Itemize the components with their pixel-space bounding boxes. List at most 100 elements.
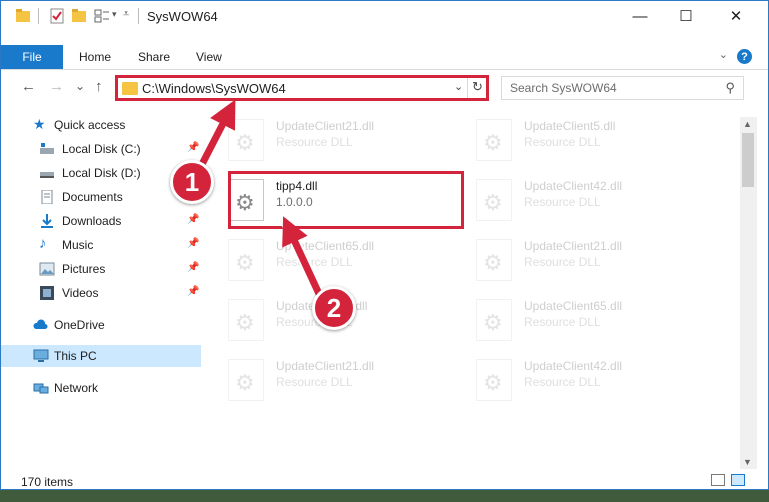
sidebar-item-quick-access[interactable]: ★ Quick access [1, 114, 201, 136]
pictures-icon [39, 262, 55, 276]
tab-home[interactable]: Home [79, 50, 111, 64]
sidebar-item-label: Music [62, 238, 94, 252]
file-item[interactable]: ⚙ UpdateClient42.dll Resource DLL [454, 351, 694, 407]
dll-file-icon: ⚙ [228, 119, 264, 161]
scroll-up-icon[interactable]: ▲ [743, 119, 752, 129]
file-description: Resource DLL [276, 375, 353, 389]
sidebar-item-label: OneDrive [54, 318, 105, 332]
up-icon[interactable]: ↑ [95, 78, 103, 95]
sidebar-item-pictures[interactable]: Pictures 📌 [1, 258, 201, 280]
dll-file-icon: ⚙ [228, 239, 264, 281]
search-input[interactable]: Search SysWOW64 ⚲ [501, 76, 744, 100]
explorer-window: ▾ ⩡ SysWOW64 — ☐ ✕ File Home Share View … [0, 0, 769, 490]
file-item[interactable]: ⚙ UpdateClient65.dll Resource DLL [206, 231, 446, 287]
item-count: 170 items [21, 475, 74, 489]
view-options-icon[interactable] [94, 8, 110, 24]
tab-file[interactable]: File [1, 45, 63, 69]
sidebar-item-onedrive[interactable]: OneDrive [1, 314, 201, 336]
sidebar-item-label: Downloads [62, 214, 122, 228]
pin-icon[interactable]: 📌 [187, 142, 199, 153]
step-2-badge: 2 [312, 286, 356, 330]
drive-icon [40, 143, 54, 154]
sidebar-item-downloads[interactable]: Downloads 📌 [1, 210, 201, 232]
sidebar-item-network[interactable]: Network [1, 377, 201, 399]
dll-file-icon: ⚙ [476, 239, 512, 281]
customize-qa-icon[interactable]: ⩡ [123, 8, 129, 21]
download-icon [41, 214, 53, 228]
title-bar: ▾ ⩡ SysWOW64 — ☐ ✕ [1, 1, 768, 31]
minimize-button[interactable]: — [617, 1, 663, 31]
properties-icon[interactable] [49, 8, 65, 24]
sidebar-item-label: Local Disk (C:) [62, 142, 141, 156]
file-name: UpdateClient5.dll [524, 119, 616, 133]
file-item[interactable]: ⚙ UpdateClient42.dll Resource DLL [454, 171, 694, 227]
refresh-icon[interactable]: ↻ [472, 79, 483, 95]
pin-icon[interactable]: 📌 [187, 214, 199, 225]
file-item[interactable]: ⚙ UpdateClient65.dll Resource DLL [454, 291, 694, 347]
vertical-scrollbar[interactable]: ▲ ▼ [740, 117, 757, 469]
details-view-icon[interactable] [711, 474, 725, 486]
sidebar-item-label: Videos [62, 286, 99, 300]
help-icon[interactable]: ? [737, 49, 752, 64]
close-button[interactable]: ✕ [713, 1, 759, 31]
maximize-button[interactable]: ☐ [663, 1, 709, 31]
dll-file-icon: ⚙ [476, 359, 512, 401]
forward-icon[interactable]: → [49, 78, 64, 95]
dll-file-icon: ⚙ [476, 119, 512, 161]
file-description: Resource DLL [276, 135, 353, 149]
selection-highlight-box [228, 171, 464, 229]
qa-dropdown-icon[interactable]: ▾ [112, 9, 117, 20]
new-folder-icon[interactable] [71, 8, 87, 24]
ribbon-divider [1, 69, 768, 70]
window-title: SysWOW64 [147, 9, 218, 24]
sidebar-item-label: Local Disk (D:) [62, 166, 141, 180]
address-separator [467, 78, 468, 98]
address-bar[interactable]: C:\Windows\SysWOW64 ⌄ ↻ [115, 75, 489, 101]
expand-ribbon-icon[interactable]: ⌄ [719, 48, 728, 61]
step-1-badge: 1 [170, 160, 214, 204]
navigation-pane: ★ Quick access Local Disk (C:) 📌 Local D… [1, 109, 206, 469]
large-icons-view-icon[interactable] [731, 474, 745, 486]
file-item[interactable]: ⚙ UpdateClient21.dll Resource DLL [454, 231, 694, 287]
address-path[interactable]: C:\Windows\SysWOW64 [142, 81, 286, 96]
video-icon [40, 286, 54, 300]
pin-icon[interactable]: 📌 [187, 238, 199, 249]
file-list: ⚙ UpdateClient21.dll Resource DLL ⚙ Upda… [206, 109, 740, 469]
drive-icon [40, 172, 54, 178]
recent-locations-icon[interactable]: ⌄ [75, 79, 85, 93]
sidebar-item-label: Quick access [54, 118, 126, 132]
document-icon [41, 190, 53, 204]
computer-icon [33, 349, 49, 362]
search-icon[interactable]: ⚲ [725, 80, 735, 96]
folder-icon [122, 82, 138, 95]
file-name: UpdateClient42.dll [524, 179, 623, 193]
sidebar-item-this-pc[interactable]: This PC [1, 345, 201, 367]
file-item[interactable]: ⚙ UpdateClient5.dll Resource DLL [454, 111, 694, 167]
tab-view[interactable]: View [196, 50, 222, 64]
back-icon[interactable]: ← [21, 78, 36, 95]
file-description: Resource DLL [524, 255, 601, 269]
sidebar-item-local-disk-c[interactable]: Local Disk (C:) 📌 [1, 138, 201, 160]
scroll-down-icon[interactable]: ▼ [743, 457, 752, 467]
cloud-icon [33, 319, 48, 329]
file-description: Resource DLL [524, 195, 601, 209]
file-item[interactable]: ⚙ UpdateClient21.dll Resource DLL [206, 111, 446, 167]
file-description: Resource DLL [276, 255, 353, 269]
tab-share[interactable]: Share [138, 50, 170, 64]
network-icon [33, 383, 49, 394]
address-dropdown-icon[interactable]: ⌄ [454, 80, 463, 93]
dll-file-icon: ⚙ [476, 179, 512, 221]
file-description: Resource DLL [524, 375, 601, 389]
title-separator [38, 8, 39, 24]
pin-icon[interactable]: 📌 [187, 286, 199, 297]
sidebar-item-label: Documents [62, 190, 123, 204]
scroll-thumb[interactable] [742, 133, 754, 187]
sidebar-item-videos[interactable]: Videos 📌 [1, 282, 201, 304]
file-name: UpdateClient21.dll [276, 119, 375, 133]
dll-file-icon: ⚙ [228, 299, 264, 341]
folder-icon [16, 9, 30, 22]
sidebar-item-music[interactable]: ♪ Music 📌 [1, 234, 201, 256]
sidebar-item-label: Pictures [62, 262, 106, 276]
file-item[interactable]: ⚙ UpdateClient21.dll Resource DLL [206, 351, 446, 407]
pin-icon[interactable]: 📌 [187, 262, 199, 273]
